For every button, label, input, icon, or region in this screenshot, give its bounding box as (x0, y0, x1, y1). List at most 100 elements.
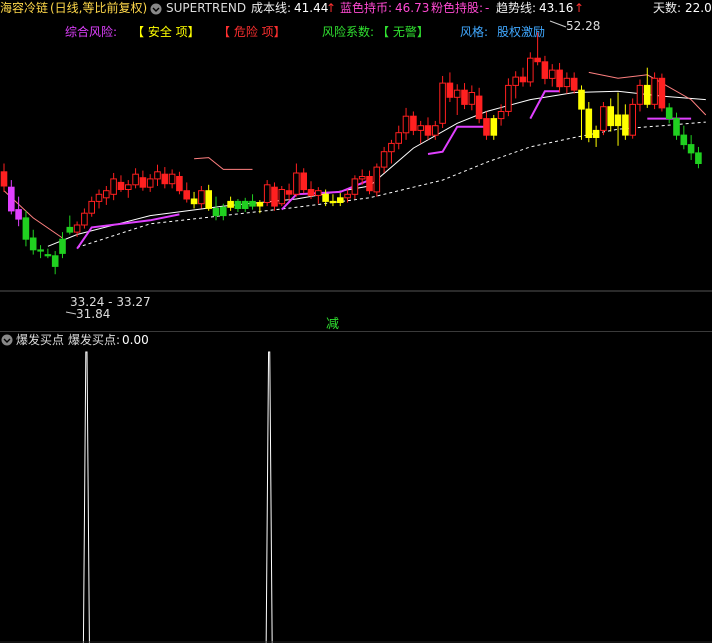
candle (402, 107, 410, 140)
sub-settings-icon[interactable] (1, 334, 13, 350)
candle (505, 78, 512, 117)
candle-body (439, 82, 446, 124)
candle (351, 175, 359, 199)
candle-body (278, 189, 286, 205)
candle (176, 171, 183, 195)
candle-body (600, 106, 607, 131)
low-price-label: 31.84 (76, 307, 110, 321)
candle (614, 92, 622, 146)
candle-body (446, 82, 454, 98)
candle (285, 183, 293, 201)
candle (373, 163, 381, 197)
candle (315, 187, 322, 204)
candle-body (483, 118, 490, 136)
candle-body (424, 125, 432, 136)
candle (651, 72, 658, 110)
candle (439, 75, 446, 129)
candle-body (461, 89, 468, 105)
candle-body (205, 190, 212, 209)
candle-body (212, 208, 220, 217)
candle-body (241, 200, 249, 209)
candle-body (658, 77, 666, 109)
candle (154, 164, 161, 186)
burst-buy-chart[interactable] (0, 350, 712, 643)
high-price-label: 52.28 (566, 19, 600, 33)
pane-separator[interactable] (0, 331, 712, 332)
candle-body (220, 206, 227, 217)
candle (600, 101, 607, 136)
candle-body (687, 144, 695, 154)
candle (629, 98, 637, 139)
candle-body (629, 103, 637, 136)
sub-value: 0.00 (122, 333, 149, 347)
candle (139, 170, 147, 191)
candle (132, 168, 139, 189)
sub-value-label: 爆发买点: (68, 333, 121, 347)
candle (622, 104, 629, 140)
salmon-upper-line (194, 157, 253, 170)
candle-body (402, 115, 410, 134)
pink-support-line (76, 213, 180, 250)
candle (146, 174, 154, 192)
candle-body (132, 173, 139, 186)
candle (475, 87, 483, 124)
candle (570, 72, 578, 94)
candle-body (285, 190, 293, 195)
candle (256, 200, 264, 214)
candle-body (607, 106, 615, 127)
candle-body (256, 202, 264, 207)
candle (183, 182, 190, 203)
candle-body (51, 255, 59, 267)
candle (29, 229, 37, 255)
spike-line (82, 351, 90, 643)
candle (695, 146, 702, 169)
spike-line (265, 351, 273, 643)
candle-body (139, 177, 147, 188)
candle (636, 79, 644, 112)
candle-body (307, 189, 315, 196)
candle (395, 125, 402, 150)
candle-body (293, 172, 300, 195)
candle-body (66, 226, 74, 233)
candle (366, 170, 373, 195)
candle-body (249, 200, 256, 207)
candle (205, 184, 212, 211)
candle (117, 175, 125, 192)
candle-body (15, 209, 22, 220)
candle (15, 196, 22, 227)
candle-body (176, 176, 183, 192)
candle (687, 135, 695, 160)
candle (249, 194, 256, 210)
candle (673, 112, 680, 140)
candle-body (432, 125, 439, 136)
candle (665, 103, 673, 124)
candle (410, 111, 417, 136)
candle (519, 67, 527, 87)
candle-body (680, 134, 688, 146)
candle-body (146, 178, 154, 188)
candle (592, 125, 600, 147)
candle-body (154, 171, 161, 180)
low-pointer (65, 311, 77, 315)
candle-body (103, 190, 110, 199)
candle (125, 180, 132, 198)
candle-body (527, 57, 534, 83)
candle-body (395, 132, 402, 144)
candle (110, 172, 117, 201)
candle-body (0, 171, 8, 187)
candle-body (673, 118, 680, 136)
candle-body (271, 186, 278, 207)
candle-body (614, 114, 622, 127)
candlestick-chart[interactable]: 52.28 33.24 - 33.27 31.84 减 (0, 0, 712, 331)
candle (0, 163, 8, 192)
candle (527, 52, 534, 87)
candle (161, 167, 169, 189)
candle-body (322, 193, 329, 202)
candle-body (388, 142, 395, 153)
spike-series (0, 351, 712, 643)
sub-indicator-name[interactable]: 爆发买点 (16, 333, 64, 348)
candle-body (344, 193, 351, 199)
candle (512, 71, 520, 99)
candle-body (468, 92, 476, 105)
candle-body (541, 61, 549, 79)
